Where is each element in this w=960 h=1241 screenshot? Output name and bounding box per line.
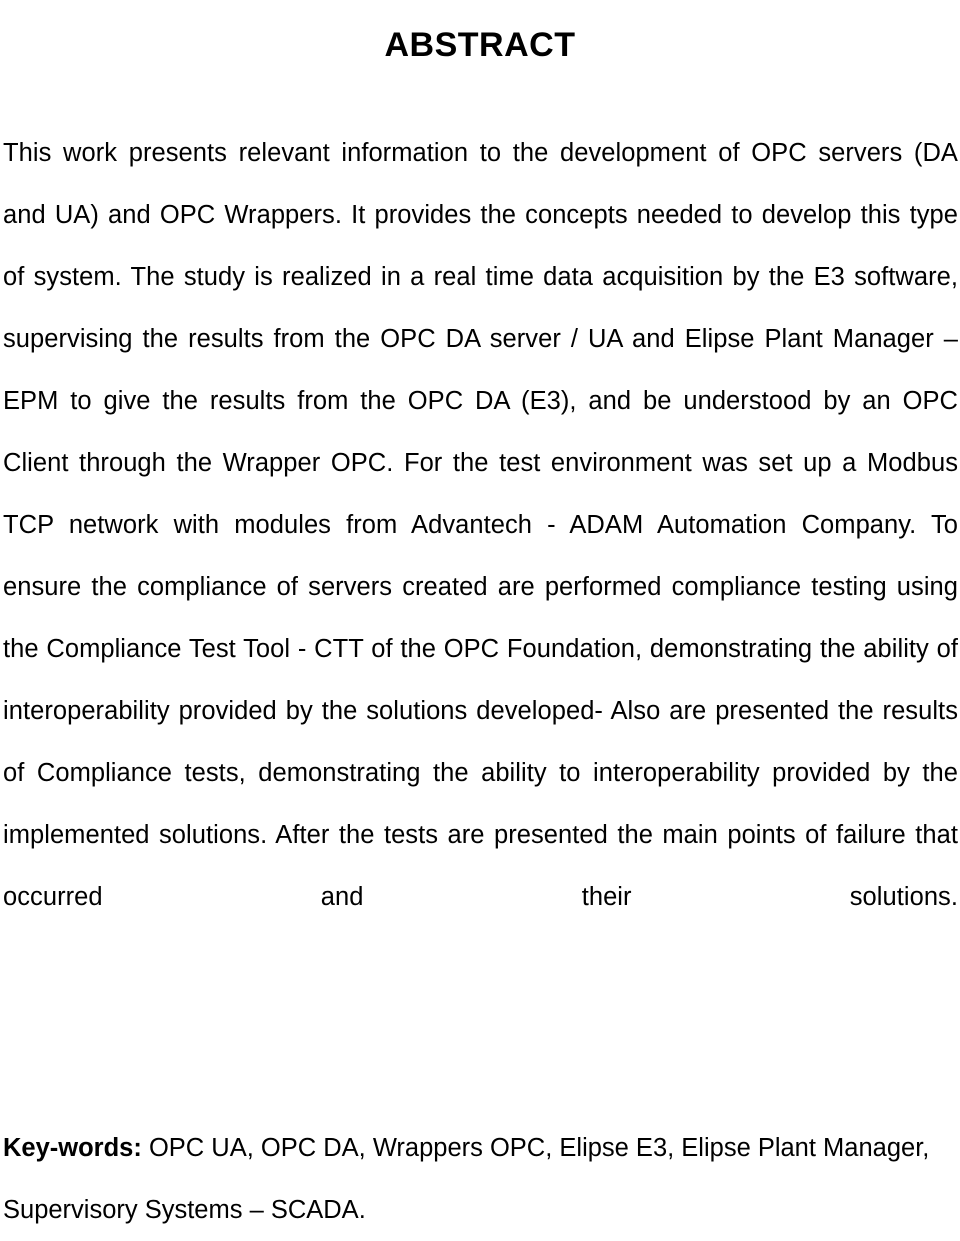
abstract-paragraph: This work presents relevant information …: [3, 138, 958, 911]
page-title: ABSTRACT: [384, 25, 576, 64]
keywords-section: Key-words: OPC UA, OPC DA, Wrappers OPC,…: [3, 1117, 958, 1241]
abstract-page: ABSTRACT This work presents relevant inf…: [0, 0, 960, 1224]
keywords-label: Key-words:: [3, 1133, 142, 1162]
keywords-list: OPC UA, OPC DA, Wrappers OPC, Elipse E3,…: [3, 1133, 930, 1224]
